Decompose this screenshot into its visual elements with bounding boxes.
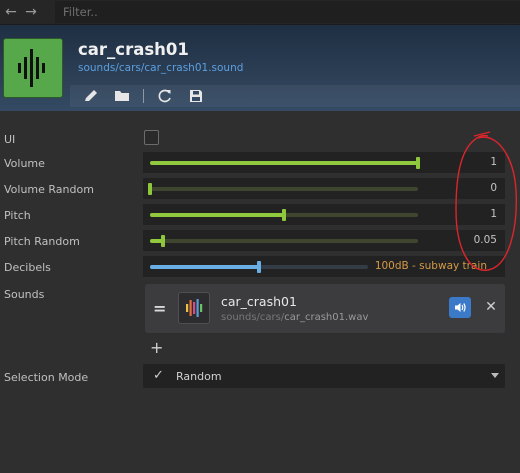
top-toolbar: ← →: [0, 0, 520, 25]
pitch-random-thumb[interactable]: [161, 235, 166, 247]
selection-mode-value: Random: [176, 370, 222, 383]
asset-header: car_crash01 sounds/cars/car_crash01.soun…: [0, 25, 520, 111]
decibels-track[interactable]: [150, 261, 368, 273]
refresh-icon[interactable]: [156, 87, 174, 105]
speaker-icon: [455, 303, 466, 312]
pitch-track[interactable]: [150, 209, 418, 221]
sound-item[interactable]: = car_crash01 sounds/cars/car_crash01.wa…: [145, 284, 505, 333]
wav-file-icon: [178, 292, 210, 324]
sound-item-name: car_crash01: [221, 294, 297, 309]
remove-sound-close-icon[interactable]: ✕: [483, 299, 499, 315]
filter-box: [55, 1, 520, 23]
decibels-fill: [150, 265, 259, 269]
pencil-icon[interactable]: [82, 87, 100, 105]
pitch-thumb[interactable]: [282, 209, 286, 221]
pitch-fill: [150, 213, 284, 217]
checkmark-icon: ✓: [153, 368, 164, 383]
asset-title: car_crash01: [78, 40, 189, 59]
sound-item-path-prefix: sounds/cars/: [221, 312, 285, 323]
sounds-label: Sounds: [4, 288, 45, 301]
volume-fill: [150, 161, 418, 165]
save-icon[interactable]: [187, 87, 205, 105]
ui-checkbox[interactable]: [144, 130, 159, 145]
volume-random-track[interactable]: [148, 183, 418, 195]
volume-thumb[interactable]: [416, 157, 420, 169]
add-sound-button[interactable]: +: [150, 338, 163, 357]
pitch-random-label: Pitch Random: [4, 235, 80, 248]
filter-input[interactable]: [55, 1, 520, 23]
pitch-random-track[interactable]: [150, 235, 418, 247]
drag-handle-icon[interactable]: =: [153, 299, 166, 318]
selection-mode-dropdown[interactable]: ✓ Random: [143, 364, 505, 388]
asset-toolbar: [70, 85, 520, 107]
sound-waveform-icon: [3, 38, 63, 98]
selection-mode-label: Selection Mode: [4, 371, 89, 384]
ui-label: UI: [4, 133, 16, 146]
volume-random-label: Volume Random: [4, 183, 94, 196]
asset-path-link[interactable]: sounds/cars/car_crash01.sound: [78, 62, 243, 74]
chevron-down-icon: [491, 373, 499, 378]
sound-item-path-file: car_crash01.wav: [284, 312, 369, 323]
decibels-label: Decibels: [4, 261, 51, 274]
forward-arrow-icon[interactable]: →: [22, 3, 40, 21]
decibels-thumb[interactable]: [257, 261, 261, 273]
folder-icon[interactable]: [113, 87, 131, 105]
pitch-label: Pitch: [4, 209, 31, 222]
toolbar-separator: [143, 89, 144, 103]
back-arrow-icon[interactable]: ←: [2, 3, 20, 21]
red-annotation-circle: [455, 131, 517, 271]
volume-label: Volume: [4, 157, 45, 170]
volume-track[interactable]: [150, 157, 420, 169]
play-sound-button[interactable]: [449, 297, 471, 318]
volume-random-thumb[interactable]: [148, 183, 152, 195]
sound-item-path[interactable]: sounds/cars/car_crash01.wav: [221, 312, 368, 323]
